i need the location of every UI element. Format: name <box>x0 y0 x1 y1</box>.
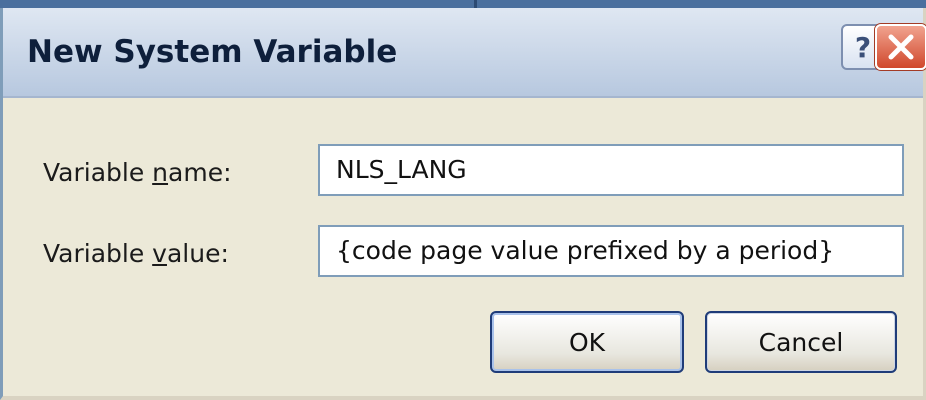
variable-name-label-suffix: ame: <box>168 158 232 187</box>
variable-value-label-prefix: Variable <box>43 239 153 268</box>
close-icon <box>888 34 914 60</box>
close-button[interactable] <box>875 24 926 70</box>
variable-name-label: Variable name: <box>43 158 232 187</box>
variable-name-input[interactable]: NLS_LANG <box>318 144 904 196</box>
variable-value-label-suffix: alue: <box>166 239 229 268</box>
background-window-strip <box>0 0 926 12</box>
variable-value-accelerator: v <box>152 239 167 268</box>
title-bar[interactable]: New System Variable ? <box>3 8 926 98</box>
variable-value-label: Variable value: <box>43 239 229 268</box>
help-icon: ? <box>854 30 872 64</box>
cancel-button[interactable]: Cancel <box>705 311 897 373</box>
variable-name-accelerator: n <box>152 158 169 187</box>
variable-value-input[interactable]: {code page value prefixed by a period} <box>318 225 904 277</box>
dialog-title: New System Variable <box>27 34 398 70</box>
new-system-variable-dialog: New System Variable ? Variable name: NLS… <box>0 8 926 400</box>
ok-button[interactable]: OK <box>490 311 684 373</box>
variable-name-label-prefix: Variable <box>43 158 153 187</box>
